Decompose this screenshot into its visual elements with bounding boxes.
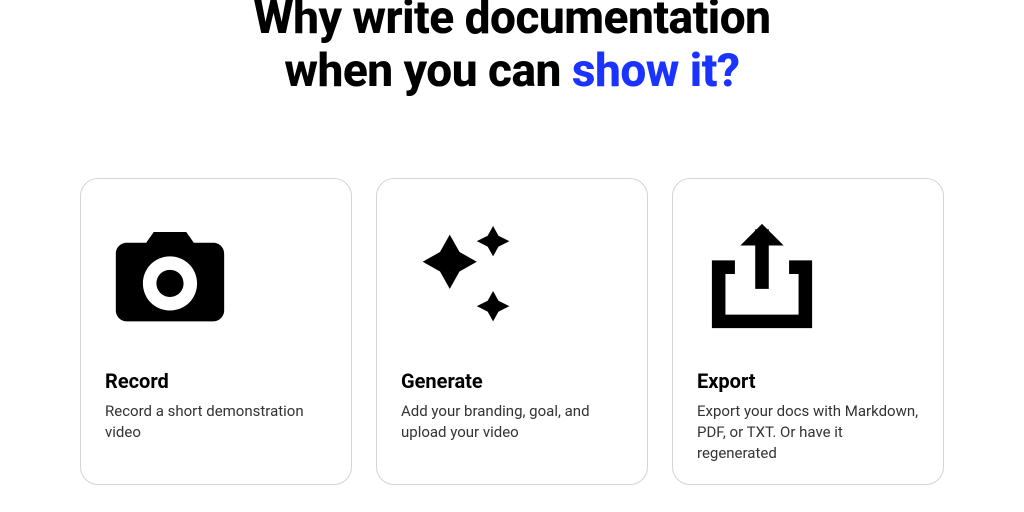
heading-accent: show it? bbox=[572, 44, 740, 98]
card-title: Generate bbox=[401, 369, 623, 393]
card-title: Record bbox=[105, 369, 327, 393]
sparkles-icon bbox=[401, 203, 623, 353]
card-export: Export Export your docs with Markdown, P… bbox=[672, 178, 944, 485]
export-icon bbox=[697, 203, 919, 353]
card-desc: Record a short demonstration video bbox=[105, 401, 327, 443]
page-heading: Why write documentation when you can sho… bbox=[0, 0, 1024, 98]
card-title: Export bbox=[697, 369, 919, 393]
card-record: Record Record a short demonstration vide… bbox=[80, 178, 352, 485]
camera-icon bbox=[105, 203, 327, 353]
heading-line2-prefix: when you can bbox=[284, 44, 571, 98]
feature-cards: Record Record a short demonstration vide… bbox=[0, 178, 1024, 485]
card-desc: Export your docs with Markdown, PDF, or … bbox=[697, 401, 919, 464]
card-desc: Add your branding, goal, and upload your… bbox=[401, 401, 623, 443]
heading-line1: Why write documentation bbox=[254, 0, 771, 45]
card-generate: Generate Add your branding, goal, and up… bbox=[376, 178, 648, 485]
